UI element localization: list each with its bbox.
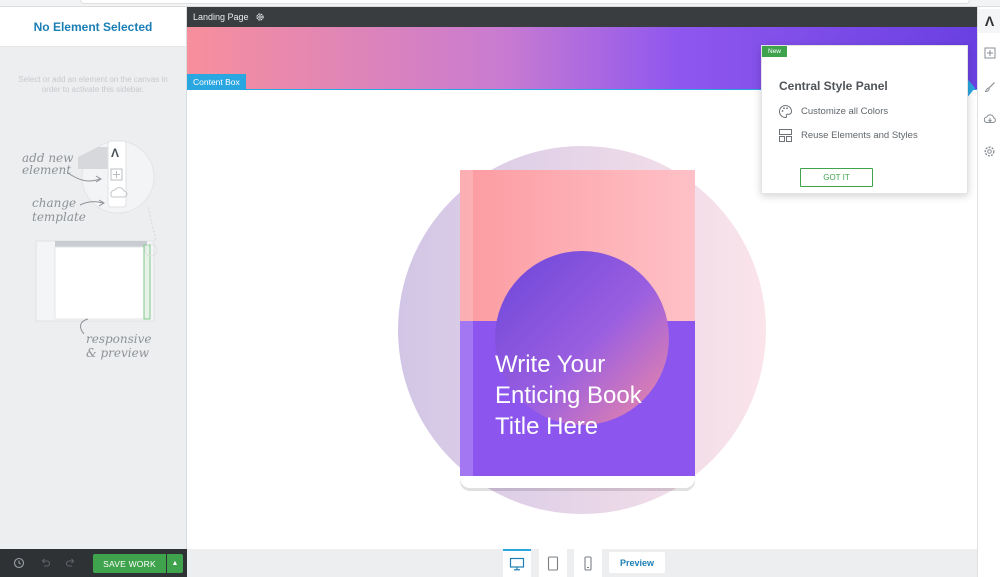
history-icon[interactable] xyxy=(12,556,26,570)
sidebar-onboarding-illustration: Λ add new element change template respon… xyxy=(22,140,158,360)
desktop-view-button[interactable] xyxy=(503,549,531,577)
sidebar-title: No Element Selected xyxy=(33,19,153,34)
bottom-action-bar: SAVE WORK ▲ xyxy=(0,549,187,577)
canvas-top-bar: Landing Page xyxy=(187,7,977,27)
page-settings-gear-icon[interactable] xyxy=(255,12,265,22)
mobile-icon xyxy=(584,555,592,571)
popup-title: Central Style Panel xyxy=(779,79,888,93)
mobile-view-button[interactable] xyxy=(574,549,602,577)
hint-change-template-line2: template xyxy=(32,210,86,224)
sidebar-hint-text: Select or add an element on the canvas i… xyxy=(18,75,168,94)
app-root: No Element Selected Select or add an ele… xyxy=(0,0,1000,577)
tablet-view-button[interactable] xyxy=(539,549,567,577)
hint-responsive-line2: & preview xyxy=(86,346,150,360)
undo-icon[interactable] xyxy=(38,556,52,570)
brush-icon[interactable] xyxy=(978,75,1000,99)
save-work-button[interactable]: SAVE WORK xyxy=(93,554,166,573)
preview-button[interactable]: Preview xyxy=(609,552,665,573)
palette-icon xyxy=(779,104,793,119)
add-element-icon[interactable] xyxy=(978,41,1000,65)
cloud-download-icon[interactable] xyxy=(978,107,1000,131)
new-badge: New xyxy=(762,46,788,57)
book-cover-graphic[interactable]: Write Your Enticing Book Title Here xyxy=(397,145,767,515)
device-preview-bar: Preview xyxy=(187,549,977,577)
browser-top-strip xyxy=(0,0,1000,7)
thrive-logo-icon[interactable]: Λ xyxy=(978,9,1000,33)
content-box-label[interactable]: Content Box xyxy=(187,74,246,90)
gear-icon[interactable] xyxy=(978,139,1000,163)
popup-feature-colors-label: Customize all Colors xyxy=(801,106,889,117)
sidebar-header: No Element Selected xyxy=(0,7,186,47)
tablet-icon xyxy=(547,555,559,571)
hint-responsive-line1: responsive xyxy=(86,332,152,346)
popup-feature-colors: Customize all Colors xyxy=(778,104,888,119)
got-it-button[interactable]: GOT IT xyxy=(800,168,873,187)
page-name-label: Landing Page xyxy=(193,12,249,22)
chevron-up-icon: ▲ xyxy=(171,560,179,567)
book-title-line-3[interactable]: Title Here xyxy=(495,413,598,440)
save-options-button[interactable]: ▲ xyxy=(167,554,183,573)
svg-text:Λ: Λ xyxy=(111,146,119,160)
popup-feature-reuse-label: Reuse Elements and Styles xyxy=(801,130,918,141)
book-spine xyxy=(460,170,473,476)
popup-feature-reuse: Reuse Elements and Styles xyxy=(778,128,918,143)
left-sidebar: No Element Selected Select or add an ele… xyxy=(0,7,187,549)
hint-change-template-line1: change xyxy=(32,196,76,210)
right-toolbar: Λ xyxy=(977,7,1000,577)
redo-icon[interactable] xyxy=(64,556,78,570)
browser-url-bar[interactable] xyxy=(80,0,970,4)
central-style-panel-popup: New Central Style Panel Customize all Co… xyxy=(761,45,968,194)
hint-add-new-line2: element xyxy=(22,163,71,177)
book-title-line-2[interactable]: Enticing Book xyxy=(495,382,643,409)
layout-blocks-icon xyxy=(779,129,792,142)
book-title-line-1[interactable]: Write Your xyxy=(495,351,605,378)
desktop-icon xyxy=(509,557,525,571)
